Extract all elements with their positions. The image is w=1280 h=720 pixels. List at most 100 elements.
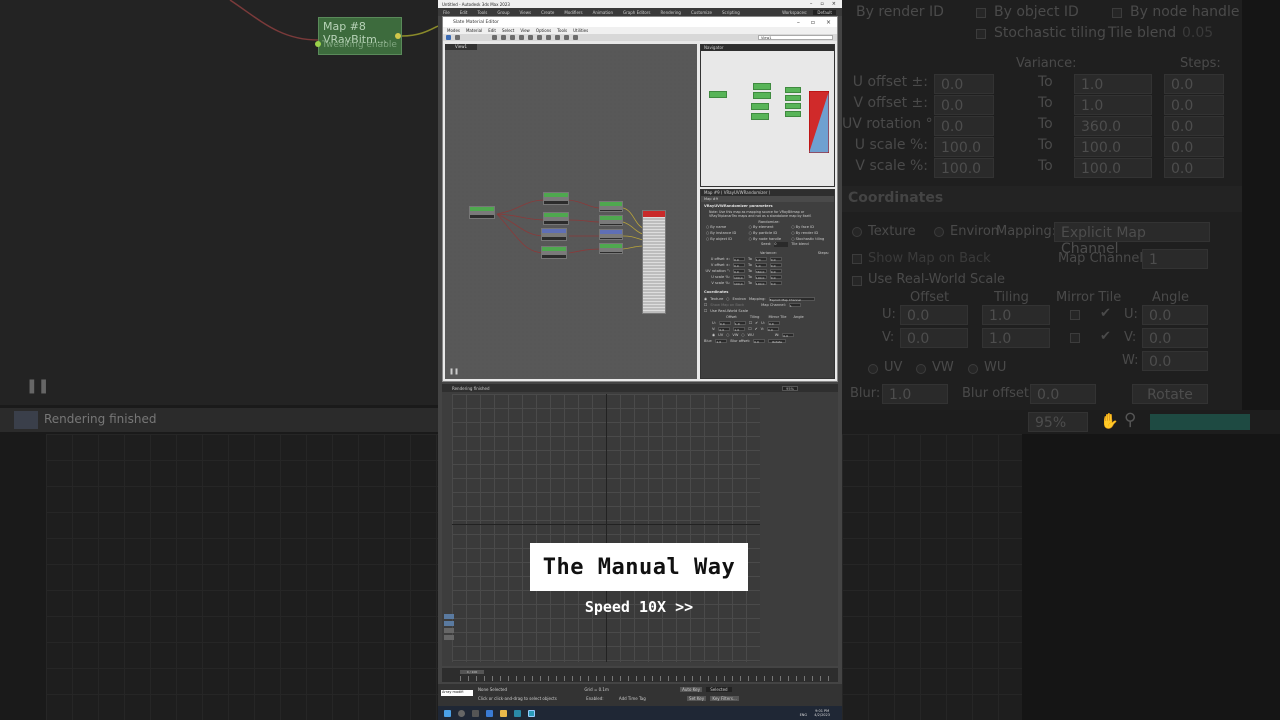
param-steps-field[interactable]: 0.0 [769,269,782,274]
tool-icon[interactable] [444,621,454,626]
param-steps-field[interactable]: 0.0 [769,275,782,280]
select-by-material-icon[interactable] [573,35,578,40]
navigator-view[interactable] [701,51,834,186]
tool-icon[interactable] [444,628,454,633]
menu-rendering[interactable]: Rendering [661,10,681,15]
menu-animation[interactable]: Animation [593,10,613,15]
timeline[interactable]: 0 / 100 [442,668,838,682]
param-variance-field[interactable]: 100.0 [733,275,745,280]
delete-icon[interactable] [510,35,515,40]
minimize-icon[interactable]: – [810,1,813,7]
node-bitmap-3[interactable] [541,228,567,241]
randomize-option[interactable]: ○ By particle ID [749,231,792,236]
u-offset-field[interactable]: 0.0 [718,321,731,326]
time-ruler[interactable] [460,676,830,681]
node-map-d[interactable] [599,243,623,254]
perspective-viewport[interactable]: Rendering finished 95% [442,384,838,666]
rotate-button[interactable]: Rotate [768,339,787,344]
blur-offset-field[interactable]: 0.0 [753,339,766,344]
v-offset-field[interactable]: 0.0 [718,327,731,332]
material-parameter-editor-icon[interactable] [564,35,569,40]
tool-icon[interactable] [444,635,454,640]
edge-icon[interactable] [486,709,493,717]
randomize-option[interactable]: ○ By object ID [706,237,749,242]
vw-radio[interactable]: ○ [726,333,729,337]
search-icon[interactable] [458,709,465,717]
slate-close-icon[interactable]: × [826,19,831,26]
node-bitmap-2[interactable] [543,212,569,225]
param-variance-field[interactable]: 0.0 [733,263,745,268]
node-canvas[interactable]: ❚❚ [445,50,697,379]
randomize-option[interactable]: ○ By instance ID [706,231,749,236]
param-variance-field[interactable]: 100.0 [733,281,745,286]
param-to-field[interactable]: 100.0 [754,281,767,286]
u-tile-check-icon[interactable]: ✔ [755,321,758,325]
param-steps-field[interactable]: 0.0 [769,263,782,268]
v-angle-field[interactable]: 0.0 [767,327,780,332]
tool-icon[interactable] [444,614,454,619]
param-to-field[interactable]: 100.0 [754,275,767,280]
node-bitmap-1[interactable] [543,192,569,205]
menu-views[interactable]: Views [520,10,532,15]
node-map-c[interactable] [599,229,623,240]
windows-start-icon[interactable] [444,709,451,717]
slate-menu-select[interactable]: Select [502,28,514,33]
node-material-output[interactable] [642,210,666,314]
menu-create[interactable]: Create [541,10,554,15]
slate-menu-edit[interactable]: Edit [488,28,496,33]
3dsmax-icon[interactable] [528,709,535,717]
menu-customize[interactable]: Customize [691,10,712,15]
param-steps-field[interactable]: 0.0 [769,257,782,262]
w-angle-field[interactable]: 0.0 [782,333,795,338]
language-indicator[interactable]: ENG [800,713,808,717]
key-filters-button[interactable]: Key Filters... [710,696,739,701]
slate-menu-modes[interactable]: Modes [447,28,460,33]
param-variance-field[interactable]: 0.0 [733,269,745,274]
node-bitmap-4[interactable] [541,246,567,259]
slate-maximize-icon[interactable]: ▫ [811,19,815,26]
pick-material-icon[interactable] [455,35,460,40]
slate-minimize-icon[interactable]: – [797,19,800,26]
randomize-option[interactable]: ○ By face ID [791,225,834,230]
slate-menu-options[interactable]: Options [536,28,551,33]
wu-radio[interactable]: ○ [741,333,744,337]
uv-radio[interactable]: ◉ [712,333,715,337]
u-angle-field[interactable]: 0.0 [767,321,780,326]
layout-children-icon[interactable] [555,35,560,40]
show-map-icon[interactable] [528,35,533,40]
menu-graph-editors[interactable]: Graph Editors [623,10,650,15]
slate-menu-material[interactable]: Material [466,28,482,33]
v-mirror-checkbox[interactable]: ☐ [748,327,751,331]
set-key-button[interactable]: Set Key [687,696,707,701]
mapping-select[interactable]: Explicit Map Channel [768,297,815,302]
param-to-field[interactable]: 360.0 [754,269,767,274]
randomize-option[interactable]: ○ By render ID [791,231,834,236]
u-tiling-field[interactable]: 1.0 [733,321,746,326]
texture-radio[interactable]: ◉ [704,297,707,301]
slate-menu-utilities[interactable]: Utilities [573,28,588,33]
real-world-checkbox[interactable]: ☐ [704,309,707,313]
blur-field[interactable]: 1.0 [715,339,728,344]
close-icon[interactable]: × [832,1,836,7]
menu-modifiers[interactable]: Modifiers [564,10,582,15]
node-vraymtl[interactable] [469,206,495,219]
v-tile-check-icon[interactable]: ✔ [755,327,758,331]
time-slider[interactable]: 0 / 100 [460,670,484,674]
param-to-field[interactable]: 1.0 [754,263,767,268]
maximize-icon[interactable]: ▫ [820,1,823,7]
menu-edit[interactable]: Edit [460,10,468,15]
seed-field[interactable]: 0 [774,242,789,247]
workspace-select[interactable]: Default [813,9,836,15]
u-mirror-checkbox[interactable]: ☐ [749,321,752,325]
zoom-select[interactable]: 95% [782,385,798,391]
param-steps-field[interactable]: 0.0 [769,281,782,286]
menu-tools[interactable]: Tools [477,10,487,15]
node-map-a[interactable] [599,201,623,212]
show-background-icon[interactable] [537,35,542,40]
randomize-option[interactable]: ○ By name [706,225,749,230]
auto-key-button[interactable]: Auto Key [680,687,702,692]
select-tool-icon[interactable] [446,35,451,40]
show-map-checkbox[interactable]: ☐ [704,303,707,307]
maxscript-listener[interactable]: Array modifi [441,690,473,696]
layout-all-icon[interactable] [546,35,551,40]
